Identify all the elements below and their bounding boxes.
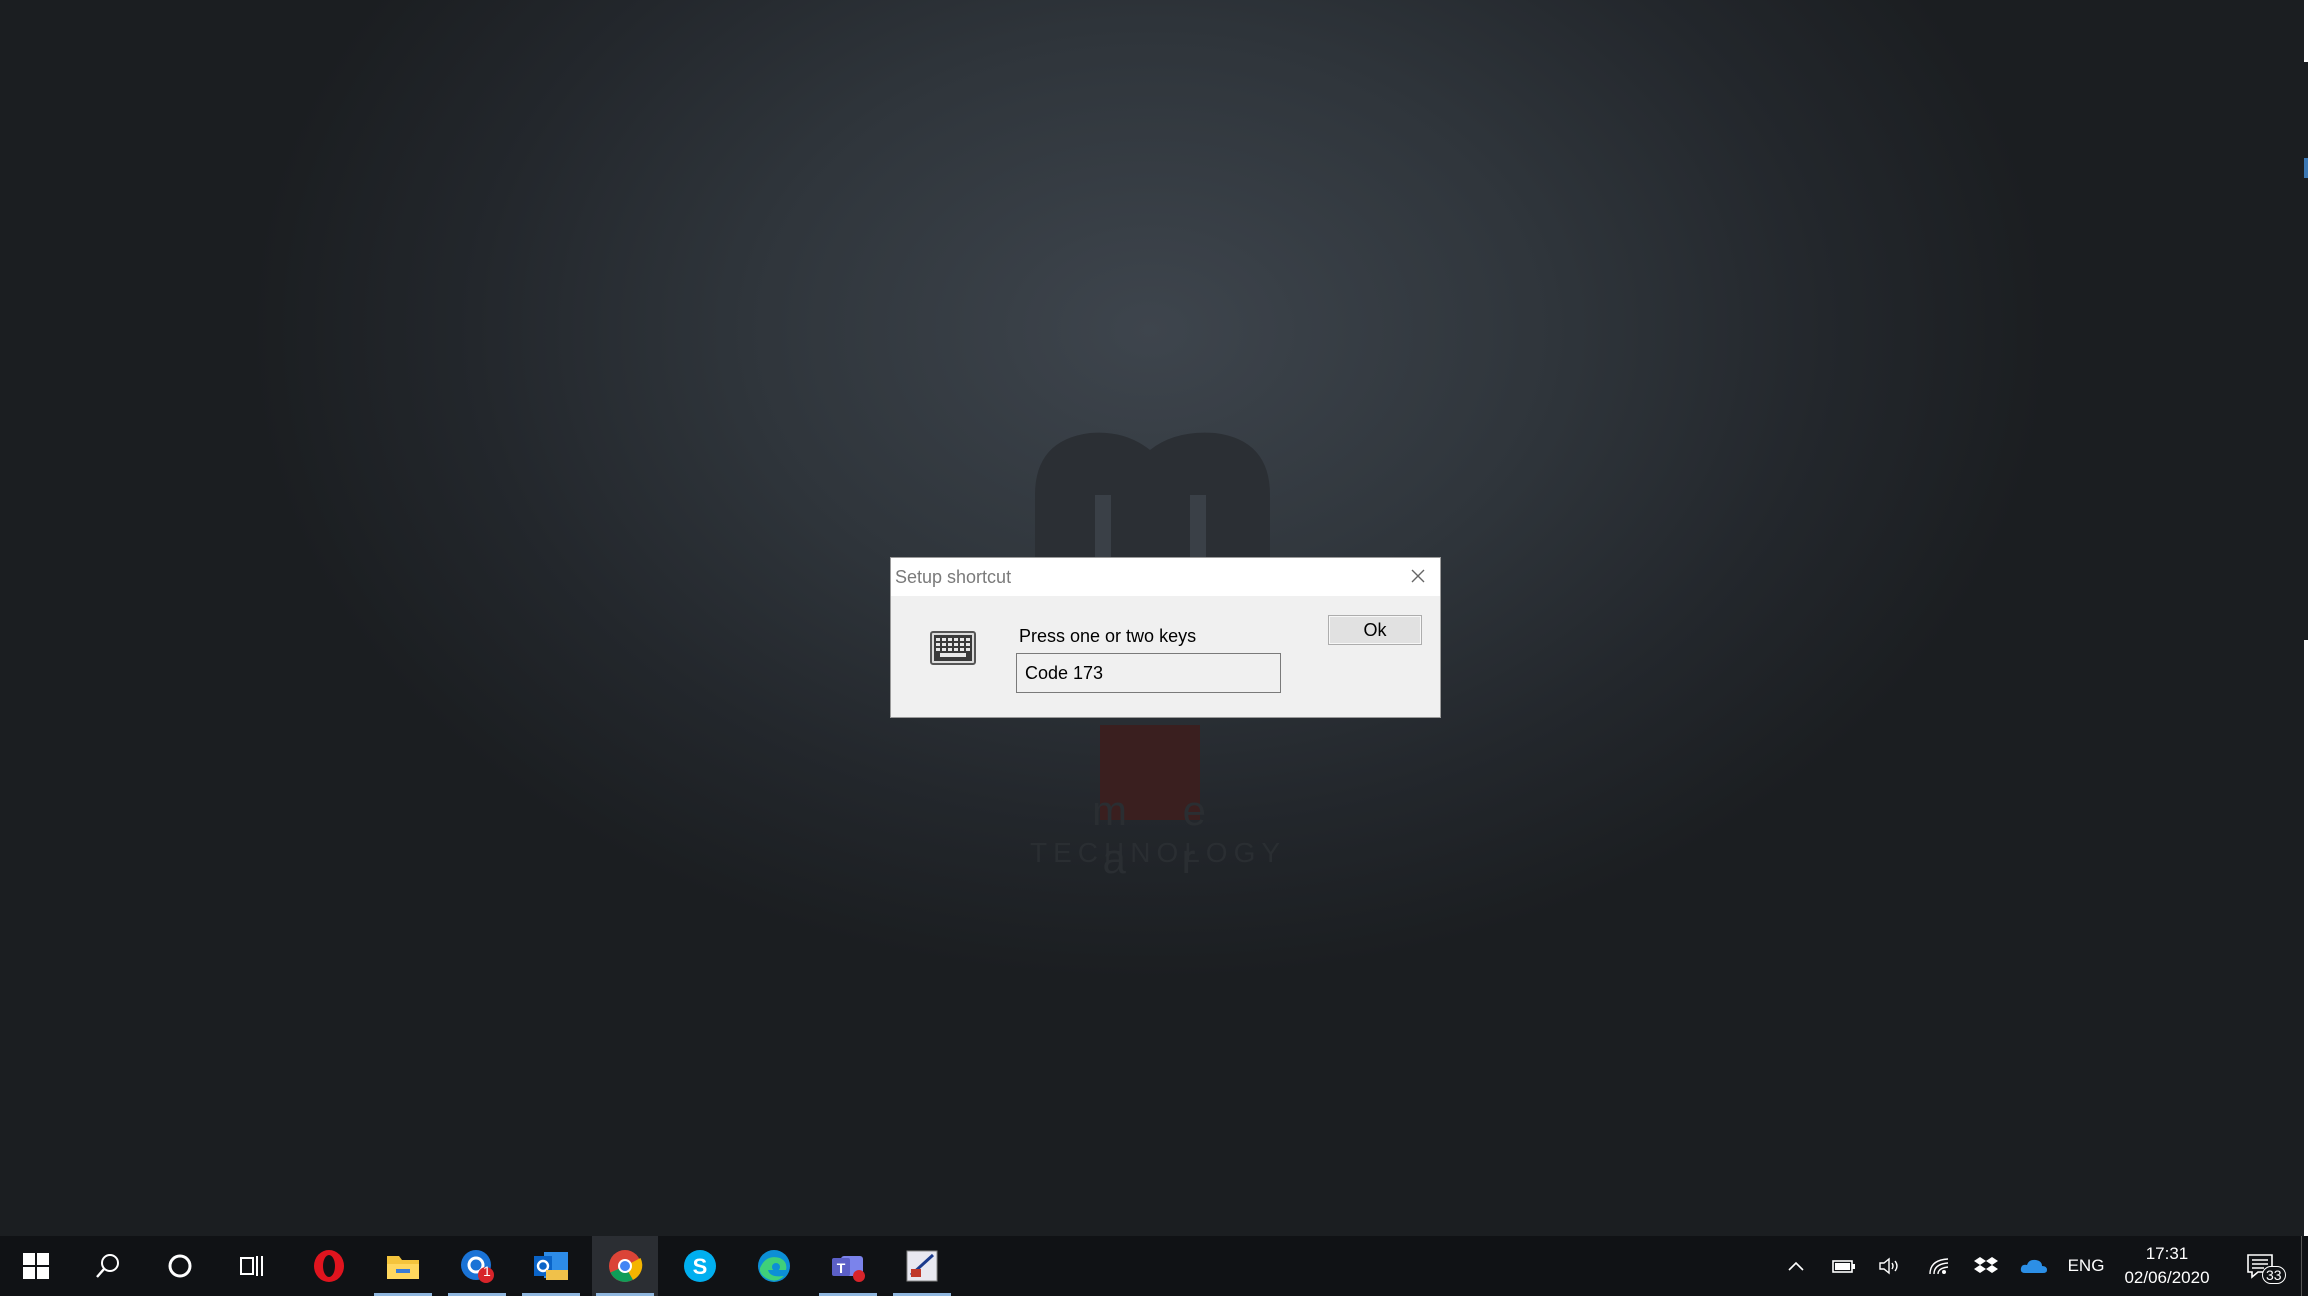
- close-icon[interactable]: [1406, 564, 1430, 588]
- mail-badge: 1: [483, 1263, 491, 1279]
- taskbar-mail-app[interactable]: 1: [444, 1236, 510, 1296]
- taskbar-teams[interactable]: T: [815, 1236, 881, 1296]
- battery-tray[interactable]: [1825, 1236, 1861, 1296]
- logo-mark: [1035, 432, 1270, 565]
- dropbox-icon: [1974, 1257, 1998, 1273]
- task-view-button[interactable]: [219, 1236, 285, 1296]
- chrome-icon: [609, 1250, 643, 1282]
- dialog-titlebar[interactable]: Setup shortcut: [891, 558, 1440, 596]
- edge-icon: [758, 1250, 790, 1282]
- folder-icon: [387, 1256, 419, 1279]
- screen-edge-mark: [2304, 158, 2308, 178]
- volume-tray[interactable]: [1872, 1236, 1908, 1296]
- onedrive-tray[interactable]: [2016, 1236, 2052, 1296]
- clock-date: 02/06/2020: [2124, 1268, 2210, 1287]
- chevron-up-icon: [1788, 1261, 1804, 1271]
- search-icon: [96, 1254, 119, 1278]
- outlook-icon: [534, 1252, 568, 1280]
- notification-count-badge: 33: [2262, 1266, 2286, 1284]
- clock[interactable]: 17:31 02/06/2020: [2112, 1242, 2222, 1290]
- show-hidden-icons-button[interactable]: [1778, 1236, 1814, 1296]
- taskbar-skype[interactable]: S: [667, 1236, 733, 1296]
- taskbar-opera[interactable]: [296, 1236, 362, 1296]
- app-icon: [906, 1250, 938, 1282]
- onedrive-icon: [2020, 1259, 2047, 1273]
- start-button[interactable]: [3, 1236, 69, 1296]
- svg-text:T: T: [837, 1260, 846, 1276]
- show-desktop-button[interactable]: [2301, 1236, 2308, 1296]
- taskbar-file-explorer[interactable]: [370, 1236, 436, 1296]
- skype-icon: S: [684, 1250, 716, 1282]
- logo-subtitle: TECHNOLOGY: [1030, 837, 1287, 868]
- task-view-icon: [240, 1256, 263, 1276]
- close-icon-glyph: [1411, 569, 1425, 583]
- battery-icon: [1832, 1260, 1855, 1273]
- taskbar-outlook[interactable]: [518, 1236, 584, 1296]
- taskbar-setup-app[interactable]: [889, 1236, 955, 1296]
- svg-text:S: S: [693, 1254, 708, 1279]
- cortana-button[interactable]: [147, 1236, 213, 1296]
- shortcut-key-field[interactable]: [1016, 653, 1281, 693]
- dialog-prompt: Press one or two keys: [1019, 626, 1197, 646]
- screen-edge-mark: [2304, 640, 2308, 1236]
- opera-icon: [314, 1250, 344, 1282]
- teams-icon: T: [832, 1256, 865, 1282]
- volume-icon: [1879, 1257, 1898, 1275]
- taskbar-chrome[interactable]: [592, 1236, 658, 1296]
- keyboard-icon: [930, 631, 976, 665]
- search-button[interactable]: [75, 1236, 141, 1296]
- network-tray[interactable]: [1922, 1236, 1958, 1296]
- setup-shortcut-dialog: Setup shortcut Press one or two keys Ok: [890, 557, 1441, 718]
- cortana-icon: [168, 1254, 192, 1278]
- ok-button[interactable]: Ok: [1328, 615, 1422, 645]
- language-indicator[interactable]: ENG: [2060, 1236, 2112, 1296]
- dropbox-tray[interactable]: [1968, 1236, 2004, 1296]
- wifi-icon: [1929, 1258, 1949, 1275]
- taskbar: 1 S T ENG 17:31 02/06/2020 33: [0, 1236, 2308, 1296]
- taskbar-edge[interactable]: [741, 1236, 807, 1296]
- dialog-title: Setup shortcut: [895, 567, 1012, 587]
- screen-edge-mark: [2304, 0, 2308, 62]
- action-center-button[interactable]: 33: [2236, 1236, 2286, 1296]
- clock-time: 17:31: [2145, 1244, 2189, 1263]
- windows-icon: [23, 1253, 49, 1279]
